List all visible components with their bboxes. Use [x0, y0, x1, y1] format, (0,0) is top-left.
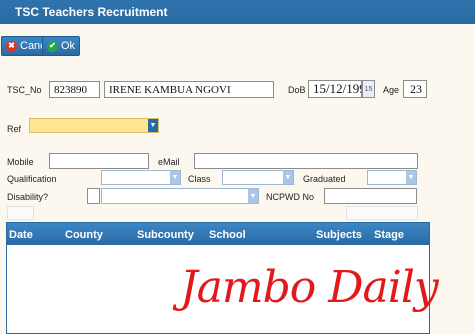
age-label: Age	[383, 85, 400, 95]
column-subjects[interactable]: Subjects	[316, 223, 362, 247]
chevron-down-icon: ▼	[170, 171, 180, 184]
watermark-logo: Jambo Daily	[180, 262, 439, 313]
tsc-no-label: TSC_No	[7, 85, 42, 95]
class-select[interactable]: ▼	[222, 170, 294, 185]
age-input[interactable]: 23	[403, 80, 427, 98]
email-input[interactable]	[194, 153, 418, 169]
calendar-icon[interactable]: 15	[362, 80, 375, 98]
column-subcounty[interactable]: Subcounty	[137, 223, 194, 247]
mobile-label: Mobile	[7, 157, 34, 167]
graduated-label: Graduated	[303, 174, 346, 184]
ok-label: Ok	[61, 40, 76, 52]
chevron-down-icon: ▼	[148, 119, 158, 132]
mobile-input[interactable]	[49, 153, 149, 169]
chevron-down-icon: ▼	[248, 189, 258, 203]
blank-field	[7, 206, 34, 220]
name-input[interactable]: IRENE KAMBUA NGOVI	[104, 81, 274, 98]
ref-select[interactable]: ▼	[29, 118, 159, 133]
ref-label: Ref	[7, 124, 22, 134]
calendar-icon-day: 15	[364, 85, 373, 93]
disability-select[interactable]: ▼	[101, 188, 259, 204]
dob-input[interactable]: 15/12/1995	[308, 80, 362, 98]
email-label: eMail	[158, 157, 180, 167]
disability-checkbox[interactable]	[87, 188, 100, 204]
qualification-select[interactable]: ▼	[101, 170, 181, 185]
window-title: TSC Teachers Recruitment	[0, 0, 475, 24]
tsc-no-input[interactable]: 823890	[49, 81, 100, 98]
column-school[interactable]: School	[209, 223, 246, 247]
column-date[interactable]: Date	[9, 223, 33, 247]
blank-field	[346, 206, 418, 220]
ncpwd-label: NCPWD No	[266, 192, 315, 202]
column-county[interactable]: County	[65, 223, 103, 247]
class-label: Class	[188, 174, 211, 184]
disability-label: Disability?	[7, 192, 49, 202]
cancel-icon: ✖	[6, 40, 17, 52]
grid-header: Date County Subcounty School Subjects St…	[7, 223, 429, 245]
ncpwd-input[interactable]	[324, 188, 417, 204]
dob-label: DoB	[288, 85, 306, 95]
ok-button[interactable]: ✔ Ok	[42, 36, 81, 56]
chevron-down-icon: ▼	[283, 171, 293, 184]
graduated-select[interactable]: ▼	[367, 170, 417, 185]
column-stage[interactable]: Stage	[374, 223, 404, 247]
chevron-down-icon: ▼	[406, 171, 416, 184]
check-icon: ✔	[47, 40, 58, 52]
qualification-label: Qualification	[7, 174, 57, 184]
